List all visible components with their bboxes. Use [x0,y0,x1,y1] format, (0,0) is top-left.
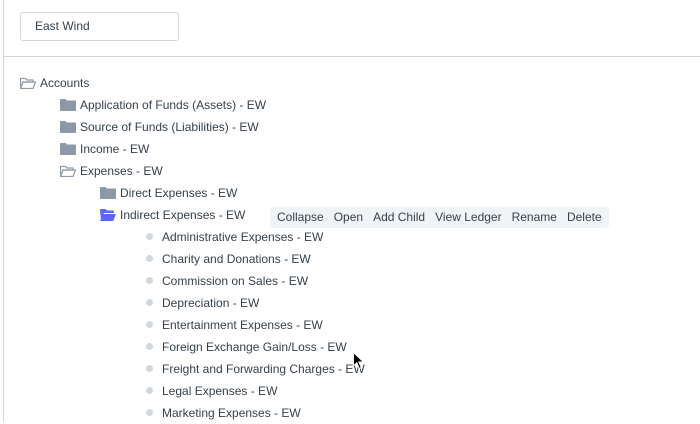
folder-open-icon [60,165,76,177]
tree-node-label: Expenses - EW [80,164,163,178]
tree-page: East Wind Accounts Application of Funds … [3,0,700,422]
tree-node-label: Income - EW [80,142,150,156]
tree-node-label: Freight and Forwarding Charges - EW [162,362,365,376]
leaf-dot-icon [146,299,153,306]
add-child-button[interactable]: Add Child [368,207,430,228]
tree-node-label: Depreciation - EW [162,296,260,310]
tree-node-label: Entertainment Expenses - EW [162,318,323,332]
folder-icon [60,99,76,111]
leaf-dot-icon [146,387,153,394]
tree-node-label: Administrative Expenses - EW [162,230,324,244]
leaf-dot-icon [146,233,153,240]
tree-node-label: Marketing Expenses - EW [162,406,301,420]
tree-node-label: Foreign Exchange Gain/Loss - EW [162,340,347,354]
tree-node-label: Indirect Expenses - EW [120,208,246,222]
leaf-dot-icon [146,321,153,328]
company-select[interactable]: East Wind [20,12,179,41]
leaf-dot-icon [146,365,153,372]
folder-icon [100,187,116,199]
filter-bar: East Wind [4,0,700,57]
tree-node-label: Direct Expenses - EW [120,186,238,200]
tree-node-label: Accounts [40,76,90,90]
folder-icon [60,121,76,133]
node-toolbar: Collapse Open Add Child View Ledger Rena… [270,207,609,228]
delete-button[interactable]: Delete [562,207,607,228]
tree-node-label: Commission on Sales - EW [162,274,309,288]
folder-open-icon [100,209,116,221]
open-button[interactable]: Open [329,207,368,228]
folder-open-icon [20,77,36,89]
tree-node-label: Charity and Donations - EW [162,252,311,266]
leaf-dot-icon [146,255,153,262]
leaf-dot-icon [146,409,153,416]
view-ledger-button[interactable]: View Ledger [430,207,507,228]
folder-icon [60,143,76,155]
tree-node-label: Source of Funds (Liabilities) - EW [80,120,259,134]
leaf-dot-icon [146,277,153,284]
mouse-pointer-icon [353,352,365,370]
collapse-button[interactable]: Collapse [272,207,329,228]
tree-node-label: Application of Funds (Assets) - EW [80,98,267,112]
tree-node-label: Legal Expenses - EW [162,384,278,398]
rename-button[interactable]: Rename [507,207,562,228]
leaf-dot-icon [146,343,153,350]
